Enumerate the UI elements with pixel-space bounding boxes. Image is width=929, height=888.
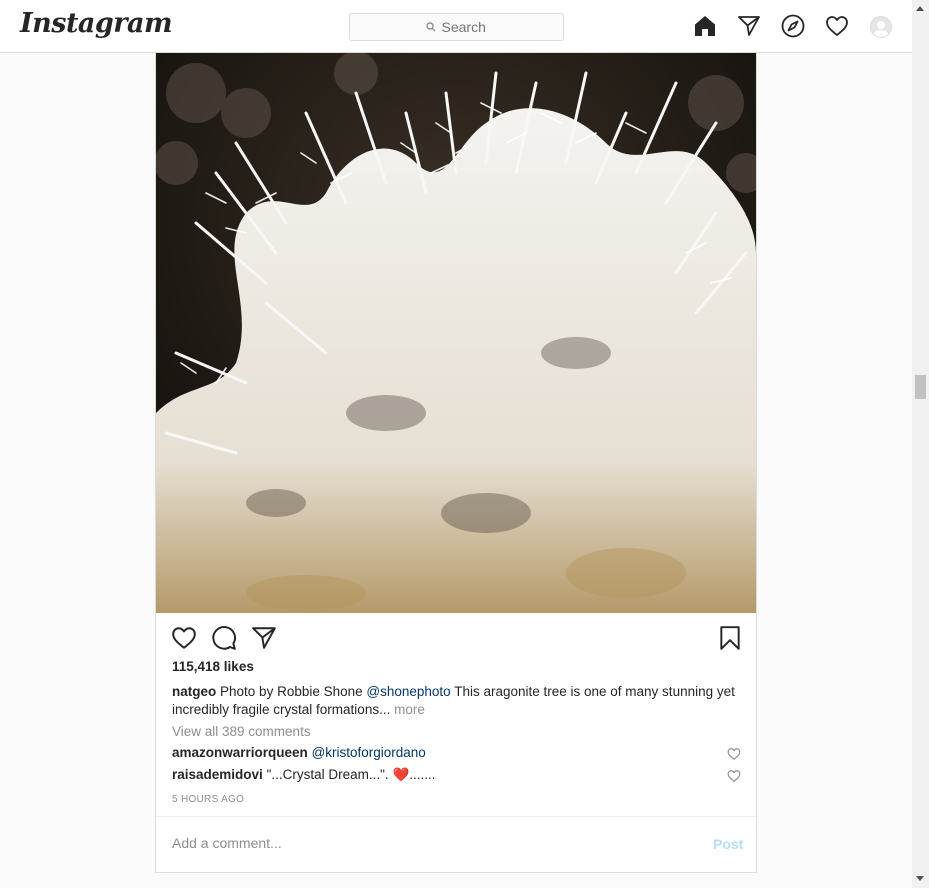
top-navigation-bar: Instagram (0, 0, 912, 53)
save-bookmark-icon[interactable] (717, 625, 743, 651)
search-icon (425, 22, 435, 32)
like-count[interactable]: 115,418 likes (172, 659, 254, 674)
post-timestamp[interactable]: 5 HOURS AGO (172, 794, 244, 805)
comment-like-heart-icon[interactable] (727, 747, 741, 761)
post-photo[interactable] (156, 53, 756, 613)
explore-compass-icon[interactable] (781, 14, 805, 38)
scroll-thumb[interactable] (915, 375, 926, 399)
post-caption: natgeo Photo by Robbie Shone @shonephoto… (172, 683, 742, 719)
activity-heart-icon[interactable] (825, 14, 849, 38)
comment-trail: ....... (409, 767, 436, 782)
comment-mention[interactable]: @kristoforgiordano (312, 745, 426, 760)
caption-mention[interactable]: @shonephoto (366, 684, 450, 699)
caption-text-before: Photo by Robbie Shone (220, 684, 363, 699)
instagram-logo[interactable]: Instagram (20, 8, 173, 39)
search-box[interactable] (349, 13, 564, 41)
direct-message-icon[interactable] (737, 14, 761, 38)
add-comment-section: Post (156, 816, 756, 872)
page-scrollbar[interactable] (912, 0, 929, 888)
scroll-up-arrow-icon[interactable] (916, 6, 924, 11)
comment-row: raisademidovi "...Crystal Dream...". ❤️.… (172, 766, 742, 784)
default-user-icon (873, 21, 889, 37)
search-input[interactable] (441, 19, 488, 35)
comment-like-heart-icon[interactable] (727, 769, 741, 783)
comment-bubble-icon[interactable] (211, 625, 237, 651)
view-all-comments-link[interactable]: View all 389 comments (172, 724, 311, 739)
comment-username[interactable]: raisademidovi (172, 767, 263, 782)
comment-text: "...Crystal Dream...". (266, 767, 389, 782)
like-heart-icon[interactable] (171, 625, 197, 651)
comment-row: amazonwarriorqueen @kristoforgiordano (172, 744, 742, 762)
add-comment-input[interactable] (172, 835, 672, 851)
post-action-bar (156, 613, 756, 661)
caption-more-link[interactable]: more (394, 702, 425, 717)
share-plane-icon[interactable] (251, 625, 277, 651)
heart-emoji: ❤️ (392, 767, 410, 782)
profile-avatar[interactable] (870, 16, 892, 38)
caption-username[interactable]: natgeo (172, 684, 216, 699)
comment-username[interactable]: amazonwarriorqueen (172, 745, 308, 760)
post-comment-button[interactable]: Post (713, 836, 743, 852)
home-icon[interactable] (693, 14, 717, 38)
feed-post: 115,418 likes natgeo Photo by Robbie Sho… (155, 53, 757, 873)
scroll-down-arrow-icon[interactable] (916, 876, 924, 881)
